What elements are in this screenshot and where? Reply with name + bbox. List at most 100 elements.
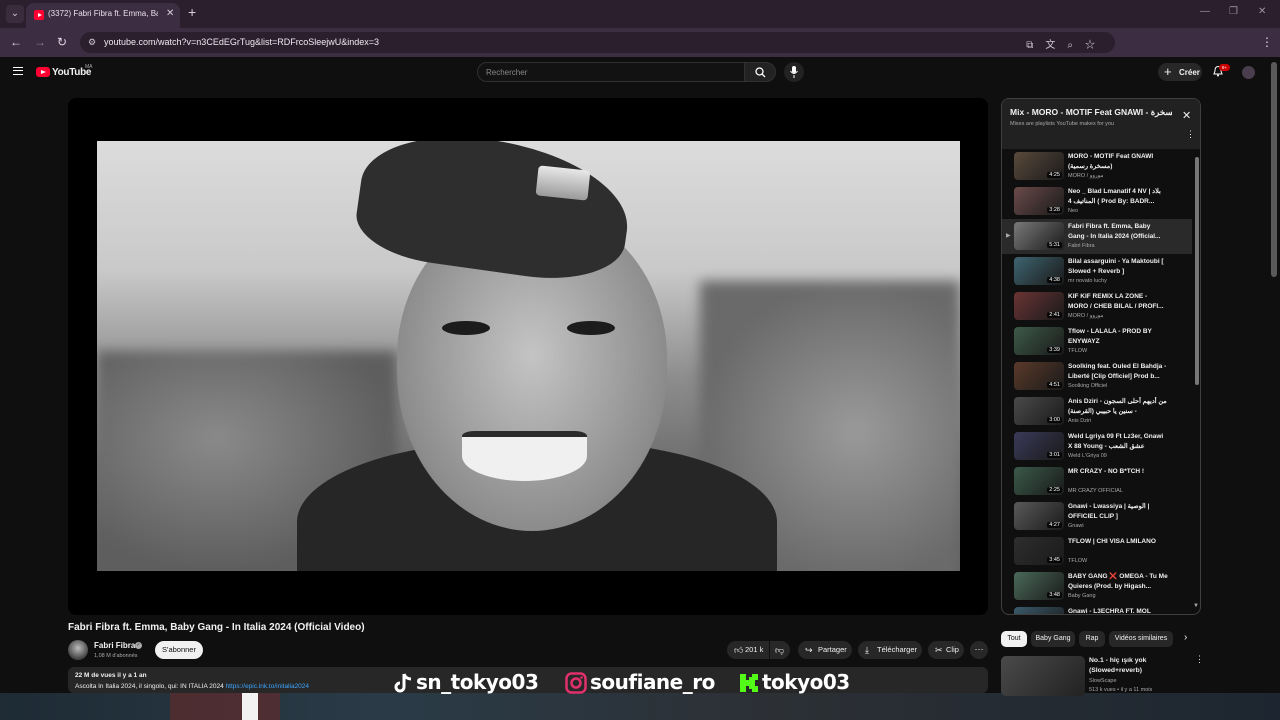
playlist-item-title[interactable]: MR CRAZY - NO B*TCH ! bbox=[1068, 467, 1168, 477]
browser-tab[interactable]: (3372) Fabri Fibra ft. Emma, Bab ✕ bbox=[26, 3, 180, 28]
like-button[interactable]: 👍︎ 201 k bbox=[727, 641, 769, 659]
playlist-item[interactable]: 4:25 MORO - MOTIF Feat GNAWI (مسخرة رسمية… bbox=[1002, 149, 1192, 184]
search-input[interactable]: Rechercher bbox=[477, 62, 745, 82]
url-text[interactable]: youtube.com/watch?v=n3CEdEGrTug&list=RDF… bbox=[104, 37, 379, 47]
more-vert-icon[interactable]: ⋮ bbox=[1186, 130, 1195, 139]
window-close-icon[interactable]: ✕ bbox=[1258, 6, 1266, 17]
country-code: MA bbox=[85, 64, 93, 70]
subscribe-button[interactable]: S'abonner bbox=[155, 641, 203, 659]
playlist-item-duration: 2:41 bbox=[1047, 312, 1062, 318]
playlist-item-title[interactable]: TFLOW | CHI VISA LMILANO bbox=[1068, 537, 1168, 547]
playlist-item-thumbnail[interactable]: 3:48 bbox=[1014, 572, 1064, 600]
playlist-item[interactable]: 2:25 MR CRAZY - NO B*TCH ! MR CRAZY OFFICI… bbox=[1002, 464, 1192, 499]
playlist-item-thumbnail[interactable]: 4:25 bbox=[1014, 152, 1064, 180]
back-icon[interactable]: ← bbox=[10, 35, 22, 49]
playlist-item-thumbnail[interactable]: 4:27 bbox=[1014, 502, 1064, 530]
playlist-item[interactable]: ▶ 5:31 Fabri Fibra ft. Emma, Baby Gang - I… bbox=[1002, 219, 1192, 254]
chip-baby-gang[interactable]: Baby Gang bbox=[1031, 631, 1075, 647]
playlist-item-title[interactable]: Gnawi - Lwassiya | الوصية | OFFICIEL CLI… bbox=[1068, 502, 1168, 522]
download-label: Télécharger bbox=[877, 645, 918, 654]
create-button[interactable]: + Créer bbox=[1158, 63, 1202, 81]
playlist-item-title[interactable]: Bilal assarguini - Ya Maktoubi [ Slowed … bbox=[1068, 257, 1168, 277]
channel-name[interactable]: Fabri Fibra bbox=[94, 641, 135, 650]
playlist-item-title[interactable]: Anis Dziri - من أديهم أحلى السجون - سنين… bbox=[1068, 397, 1168, 417]
minimize-icon[interactable]: — bbox=[1200, 6, 1210, 17]
playlist-item-thumbnail[interactable]: 3:28 bbox=[1014, 187, 1064, 215]
playlist-item[interactable]: 2:41 KIF KIF REMIX LA ZONE - MORO / CHEB … bbox=[1002, 289, 1192, 324]
restore-icon[interactable]: ❐ bbox=[1229, 6, 1238, 17]
account-avatar[interactable] bbox=[1242, 66, 1255, 79]
chip-rap[interactable]: Rap bbox=[1079, 631, 1105, 647]
playlist-item[interactable]: 4:27 Gnawi - Lwassiya | الوصية | OFFICIEL… bbox=[1002, 499, 1192, 534]
playlist-item-thumbnail[interactable]: 4:38 bbox=[1014, 257, 1064, 285]
playlist-item-title[interactable]: Neo _ Blad Lmanatif 4 NV | بلاد المناتيف… bbox=[1068, 187, 1168, 207]
more-vert-icon[interactable]: ⋮ bbox=[1195, 655, 1204, 664]
chip-all[interactable]: Tout bbox=[1001, 631, 1027, 647]
scroll-down-icon[interactable]: ▼ bbox=[1193, 603, 1199, 609]
playlist-item-thumbnail[interactable]: 3:45 bbox=[1014, 537, 1064, 565]
share-button[interactable]: ↪ Partager bbox=[798, 641, 852, 659]
tab-search-button[interactable]: ⌄ bbox=[6, 5, 24, 23]
site-info-icon[interactable]: ⚙ bbox=[88, 37, 98, 47]
reload-icon[interactable]: ↻ bbox=[57, 35, 67, 49]
video-frame bbox=[97, 141, 960, 571]
clip-button[interactable]: ✂ Clip bbox=[928, 641, 964, 659]
address-bar[interactable]: ⚙ youtube.com/watch?v=n3CEdEGrTug&list=R… bbox=[80, 32, 1115, 53]
playlist-item-thumbnail[interactable]: 3:39 bbox=[1014, 327, 1064, 355]
new-tab-button[interactable]: + bbox=[188, 4, 196, 20]
playlist-item-duration: 3:28 bbox=[1047, 207, 1062, 213]
playlist-item-title[interactable]: Fabri Fibra ft. Emma, Baby Gang - In Ita… bbox=[1068, 222, 1168, 242]
dislike-button[interactable]: 👎︎ bbox=[770, 641, 790, 659]
tab-close-icon[interactable]: ✕ bbox=[166, 8, 174, 19]
playlist-item[interactable]: 3:01 Weld Lgriya 09 Ft Lz3er, Gnawi X 88 … bbox=[1002, 429, 1192, 464]
omnibox-actions[interactable]: ⧉文⌕☆ bbox=[1026, 36, 1107, 51]
playlist-item-title[interactable]: Tflow - LALALA - PROD BY ENYWAYZ bbox=[1068, 327, 1168, 347]
chip-similar[interactable]: Vidéos similaires bbox=[1109, 631, 1173, 647]
playlist-item[interactable]: 3:00 Anis Dziri - من أديهم أحلى السجون - … bbox=[1002, 394, 1192, 429]
browser-menu-icon[interactable]: ⋮ bbox=[1261, 35, 1273, 49]
channel-avatar[interactable] bbox=[68, 640, 88, 660]
playlist-item[interactable]: 4:38 Bilal assarguini - Ya Maktoubi [ Slo… bbox=[1002, 254, 1192, 289]
related-video-thumbnail[interactable] bbox=[1001, 656, 1085, 696]
playlist-item-title[interactable]: Soolking feat. Ouled El Bahdja - Liberté… bbox=[1068, 362, 1168, 382]
playlist-item-title[interactable]: Gnawi - L3ECHRA FT. MOL bbox=[1068, 607, 1168, 614]
playlist-item[interactable]: 3:39 Tflow - LALALA - PROD BY ENYWAYZ TFLO… bbox=[1002, 324, 1192, 359]
playlist-item-thumbnail[interactable]: 5:31 bbox=[1014, 222, 1064, 250]
search-button[interactable] bbox=[744, 62, 776, 82]
playlist-item[interactable]: Gnawi - L3ECHRA FT. MOL bbox=[1002, 604, 1192, 614]
playlist-title[interactable]: Mix - MORO - MOTIF Feat GNAWI - مسخرة bbox=[1010, 107, 1172, 118]
playlist-item-thumbnail[interactable] bbox=[1014, 607, 1064, 614]
related-video-title[interactable]: No.1 - hiç ışık yok (Slowed+reverb) bbox=[1089, 656, 1184, 676]
clip-label: Clip bbox=[946, 645, 959, 654]
chevron-right-icon[interactable]: › bbox=[1184, 632, 1187, 643]
playlist-item[interactable]: 3:45 TFLOW | CHI VISA LMILANO TFLOW bbox=[1002, 534, 1192, 569]
playlist-item[interactable]: 3:28 Neo _ Blad Lmanatif 4 NV | بلاد المن… bbox=[1002, 184, 1192, 219]
playlist-item-thumbnail[interactable]: 3:00 bbox=[1014, 397, 1064, 425]
playlist-item-thumbnail[interactable]: 4:51 bbox=[1014, 362, 1064, 390]
video-player[interactable] bbox=[68, 98, 988, 615]
now-playing-icon: ▶ bbox=[1006, 233, 1011, 239]
youtube-logo-icon[interactable] bbox=[36, 67, 50, 77]
playlist-item-title[interactable]: Weld Lgriya 09 Ft Lz3er, Gnawi X 88 Youn… bbox=[1068, 432, 1168, 452]
page-scrollbar[interactable] bbox=[1271, 62, 1277, 277]
playlist-scrollbar[interactable] bbox=[1195, 157, 1199, 385]
playlist-item-thumbnail[interactable]: 2:41 bbox=[1014, 292, 1064, 320]
voice-search-button[interactable] bbox=[784, 62, 804, 82]
more-actions-button[interactable]: ⋯ bbox=[970, 641, 988, 659]
playlist-item-title[interactable]: KIF KIF REMIX LA ZONE - MORO / CHEB BILA… bbox=[1068, 292, 1168, 312]
related-video-channel[interactable]: SlowScape bbox=[1089, 678, 1117, 684]
playlist-item-thumbnail[interactable]: 3:01 bbox=[1014, 432, 1064, 460]
forward-icon[interactable]: → bbox=[34, 35, 46, 49]
description-link[interactable]: https://epic.lnk.to/initalia2024 bbox=[226, 683, 309, 690]
playlist-item-thumbnail[interactable]: 2:25 bbox=[1014, 467, 1064, 495]
download-button[interactable]: ⤓ Télécharger bbox=[858, 641, 922, 659]
playlist-item-title[interactable]: BABY GANG ❌ OMEGA - Tu Me Quieres (Prod.… bbox=[1068, 572, 1168, 592]
playlist-item-duration: 4:38 bbox=[1047, 277, 1062, 283]
menu-icon[interactable] bbox=[13, 67, 23, 75]
download-icon: ⤓ bbox=[865, 645, 869, 655]
playlist-item[interactable]: 4:51 Soolking feat. Ouled El Bahdja - Lib… bbox=[1002, 359, 1192, 394]
close-icon[interactable]: ✕ bbox=[1182, 109, 1191, 122]
mix-playlist-panel: Mix - MORO - MOTIF Feat GNAWI - مسخرة Mi… bbox=[1001, 98, 1201, 615]
playlist-item-title[interactable]: MORO - MOTIF Feat GNAWI (مسخرة رسمية) bbox=[1068, 152, 1168, 172]
playlist-item[interactable]: 3:48 BABY GANG ❌ OMEGA - Tu Me Quieres (P… bbox=[1002, 569, 1192, 604]
